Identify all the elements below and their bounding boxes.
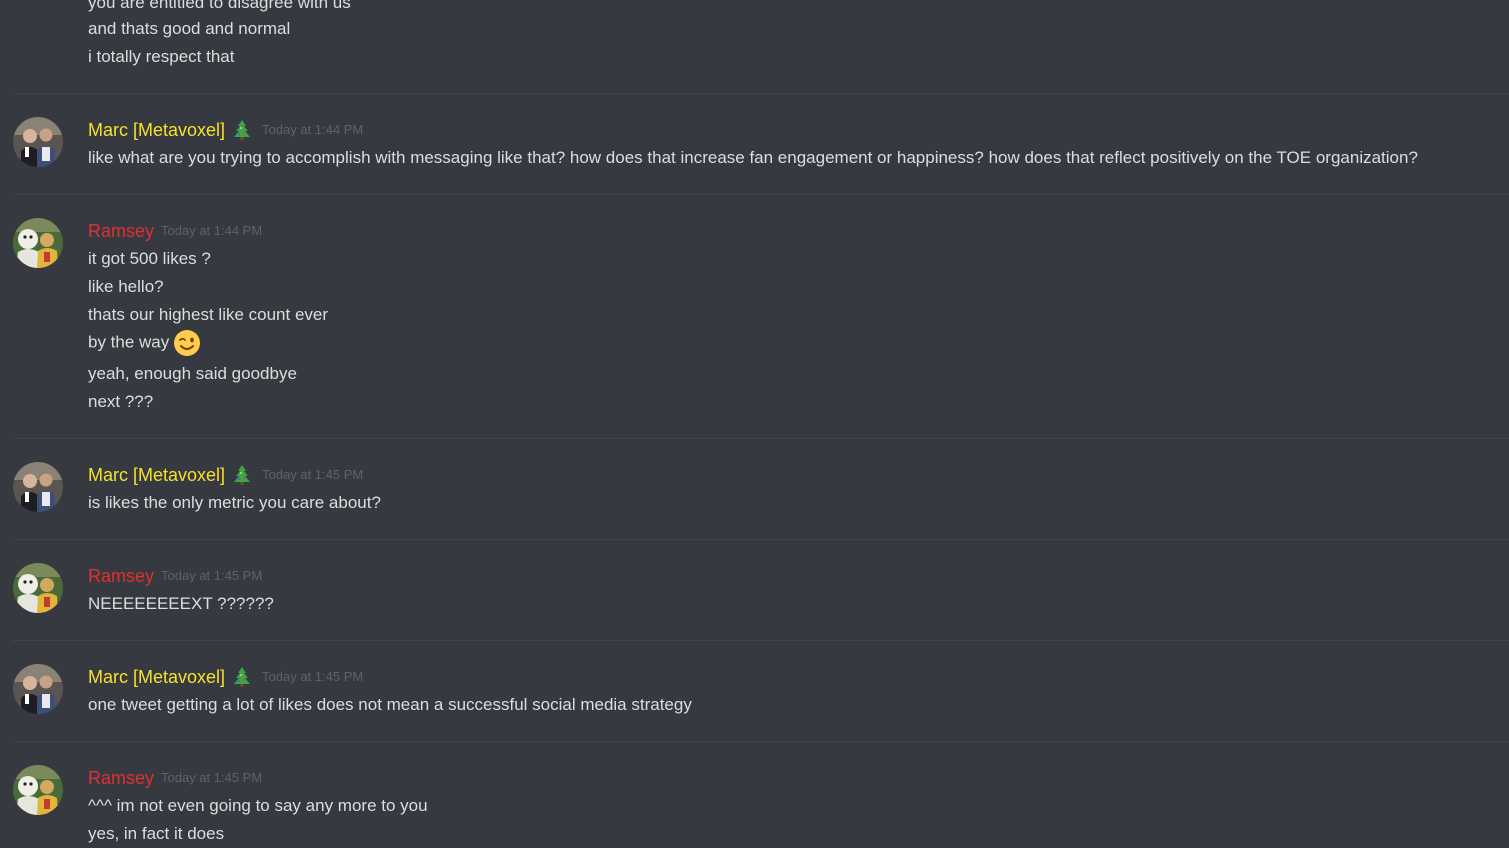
avatar[interactable] — [13, 765, 63, 815]
username[interactable]: Ramsey — [88, 219, 154, 243]
message-divider — [12, 194, 1509, 195]
message-line: yes, in fact it does — [88, 824, 225, 843]
avatar[interactable] — [13, 117, 63, 167]
timestamp: Today at 1:44 PM — [161, 223, 263, 238]
avatar-image — [13, 462, 63, 512]
timestamp: Today at 1:44 PM — [262, 122, 364, 137]
timestamp: Today at 1:45 PM — [262, 669, 364, 684]
message-line: like hello? — [88, 277, 164, 296]
message-divider — [12, 640, 1509, 641]
message-line: ^^^ im not even going to say any more to… — [88, 796, 428, 815]
message-line: thats our highest like count ever — [88, 305, 329, 324]
message-line: it got 500 likes ? — [88, 249, 211, 268]
message-divider — [12, 741, 1509, 742]
username[interactable]: Marc [Metavoxel] — [88, 463, 225, 487]
message-divider — [12, 93, 1509, 94]
username[interactable]: Ramsey — [88, 766, 154, 790]
message-line-text: by the way — [88, 332, 170, 352]
christmas-tree-icon — [232, 119, 252, 141]
avatar-image — [13, 664, 63, 714]
christmas-tree-icon — [232, 464, 252, 486]
chat-message-list: you are entitled to disagree with us and… — [0, 0, 1509, 848]
christmas-tree-icon — [232, 666, 252, 688]
avatar-image — [13, 765, 63, 815]
message-line: you are entitled to disagree with us — [88, 0, 351, 12]
message-header: Ramsey Today at 1:45 PM — [88, 564, 262, 588]
timestamp: Today at 1:45 PM — [161, 568, 263, 583]
avatar-image — [13, 117, 63, 167]
message-line: NEEEEEEEEXT ?????? — [88, 594, 274, 613]
winking-face-emoji[interactable] — [173, 329, 201, 357]
username[interactable]: Marc [Metavoxel] — [88, 665, 225, 689]
avatar[interactable] — [13, 664, 63, 714]
username[interactable]: Marc [Metavoxel] — [88, 118, 225, 142]
message-header: Marc [Metavoxel] Today at 1:45 PM — [88, 463, 363, 487]
avatar-image — [13, 218, 63, 268]
message-header: Marc [Metavoxel] Today at 1:44 PM — [88, 118, 363, 142]
message-header: Marc [Metavoxel] Today at 1:45 PM — [88, 665, 363, 689]
message-line: one tweet getting a lot of likes does no… — [88, 695, 692, 714]
message-line-with-emoji: by the way — [88, 329, 201, 357]
message-header: Ramsey Today at 1:44 PM — [88, 219, 262, 243]
avatar[interactable] — [13, 462, 63, 512]
message-line: next ??? — [88, 392, 154, 411]
avatar[interactable] — [13, 218, 63, 268]
message-divider — [12, 438, 1509, 439]
username[interactable]: Ramsey — [88, 564, 154, 588]
message-line: i totally respect that — [88, 47, 235, 66]
avatar-image — [13, 563, 63, 613]
message-line: like what are you trying to accomplish w… — [88, 148, 1418, 167]
avatar[interactable] — [13, 563, 63, 613]
timestamp: Today at 1:45 PM — [262, 467, 364, 482]
timestamp: Today at 1:45 PM — [161, 770, 263, 785]
message-divider — [12, 539, 1509, 540]
message-line: yeah, enough said goodbye — [88, 364, 297, 383]
message-line: is likes the only metric you care about? — [88, 493, 381, 512]
message-line: and thats good and normal — [88, 19, 291, 38]
message-header: Ramsey Today at 1:45 PM — [88, 766, 262, 790]
